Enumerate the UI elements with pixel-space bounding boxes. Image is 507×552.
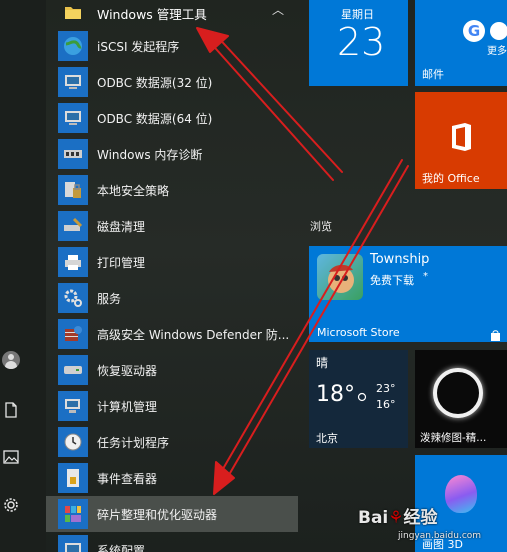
clock-icon	[58, 427, 88, 457]
store-app-name: Township	[370, 252, 430, 267]
store-app-subtitle: 免费下载	[370, 274, 414, 287]
app-item-label: 本地安全策略	[97, 183, 170, 198]
system-config-icon	[58, 535, 88, 552]
weather-high: 23°	[376, 382, 396, 395]
store-bag-icon	[490, 326, 501, 341]
app-item-label: 计算机管理	[97, 399, 158, 414]
photo-editor-label: 泼辣修图-精...	[420, 432, 487, 444]
app-item-print-management[interactable]: 打印管理	[46, 244, 298, 280]
chevron-up-icon[interactable]: ︿	[272, 1, 284, 18]
app-item-label: 高级安全 Windows Defender 防...	[97, 327, 290, 342]
sun-icon	[356, 388, 368, 402]
ring-logo-icon	[433, 368, 483, 418]
mail-tile-label: 邮件	[422, 68, 444, 81]
section-label-browse: 浏览	[310, 220, 332, 233]
app-item-system-config[interactable]: 系统配置	[46, 532, 298, 552]
app-item-label: 磁盘清理	[97, 219, 146, 234]
app-item-task-scheduler[interactable]: 任务计划程序	[46, 424, 298, 460]
watermark-url: jingyan.baidu.com	[398, 531, 482, 541]
app-item-memory-diagnostic[interactable]: Windows 内存诊断	[46, 136, 298, 172]
user-avatar-icon[interactable]	[2, 351, 20, 369]
office-tile[interactable]: 我的 Office	[415, 92, 507, 189]
defrag-icon	[58, 499, 88, 529]
app-item-label: 事件查看器	[97, 471, 158, 486]
app-item-services[interactable]: 服务	[46, 280, 298, 316]
app-item-label: Windows 内存诊断	[97, 147, 203, 162]
calendar-tile[interactable]: 星期日 23	[309, 0, 408, 86]
security-policy-icon	[58, 175, 88, 205]
app-item-label: iSCSI 发起程序	[97, 39, 180, 54]
google-icon: G	[463, 20, 485, 42]
app-item-defragment-optimize[interactable]: 碎片整理和优化驱动器	[46, 496, 298, 532]
calendar-date: 23	[337, 20, 386, 64]
weather-tile[interactable]: 晴 18° 23° 16° 北京	[309, 350, 408, 448]
settings-gear-icon[interactable]	[0, 494, 22, 516]
app-item-label: ODBC 数据源(32 位)	[97, 75, 213, 90]
event-viewer-icon	[58, 463, 88, 493]
app-item-recovery-drive[interactable]: 恢复驱动器	[46, 352, 298, 388]
gear-icon	[58, 283, 88, 313]
drive-icon	[58, 355, 88, 385]
app-item-label: 恢复驱动器	[97, 363, 158, 378]
app-item-defender-firewall[interactable]: 高级安全 Windows Defender 防...	[46, 316, 298, 352]
app-item-label: 打印管理	[97, 255, 146, 270]
store-tile-label: Microsoft Store	[317, 326, 400, 339]
firewall-icon	[58, 319, 88, 349]
folder-icon	[58, 0, 88, 27]
app-item-odbc64[interactable]: ODBC 数据源(64 位)	[46, 100, 298, 136]
database-icon	[58, 67, 88, 97]
app-item-label: ODBC 数据源(64 位)	[97, 111, 213, 126]
printer-icon	[58, 247, 88, 277]
store-star: *	[423, 271, 428, 282]
weather-low: 16°	[376, 398, 396, 411]
start-rail	[0, 0, 46, 552]
app-item-label: 系统配置	[97, 543, 146, 552]
watermark-brand: Bai⚘经验	[358, 508, 438, 528]
township-app-icon	[317, 254, 363, 300]
office-logo-icon	[449, 122, 473, 152]
pictures-icon[interactable]	[0, 446, 22, 468]
app-list: Windows 管理工具 ︿ iSCSI 发起程序 ODBC 数据源(32 位)…	[46, 0, 298, 552]
app-item-label: 服务	[97, 291, 122, 306]
weather-temp: 18°	[316, 382, 355, 407]
app-item-computer-management[interactable]: 计算机管理	[46, 388, 298, 424]
start-menu: Windows 管理工具 ︿ iSCSI 发起程序 ODBC 数据源(32 位)…	[0, 0, 507, 552]
weather-condition: 晴	[316, 356, 329, 370]
app-item-local-security-policy[interactable]: 本地安全策略	[46, 172, 298, 208]
office-tile-label: 我的 Office	[422, 172, 480, 185]
database-icon	[58, 103, 88, 133]
app-item-label: 任务计划程序	[97, 435, 170, 450]
outlook-icon	[490, 22, 507, 40]
app-group-windows-admin-tools[interactable]: Windows 管理工具 ︿	[46, 0, 298, 30]
app-item-disk-cleanup[interactable]: 磁盘清理	[46, 208, 298, 244]
group-header-label: Windows 管理工具	[97, 7, 207, 22]
microsoft-store-tile[interactable]: Township 免费下载 * Microsoft Store	[309, 246, 507, 342]
app-item-odbc32[interactable]: ODBC 数据源(32 位)	[46, 64, 298, 100]
mail-more-label: 更多	[487, 46, 507, 57]
app-item-event-viewer[interactable]: 事件查看器	[46, 460, 298, 496]
computer-icon	[58, 391, 88, 421]
paint3d-logo-icon	[445, 475, 477, 513]
memory-chip-icon	[58, 139, 88, 169]
app-item-label: 碎片整理和优化驱动器	[97, 507, 218, 522]
document-icon[interactable]	[0, 399, 22, 421]
globe-icon	[58, 31, 88, 61]
photo-editor-tile[interactable]: 泼辣修图-精...	[415, 350, 507, 448]
disk-cleanup-icon	[58, 211, 88, 241]
mail-tile[interactable]: G 更多 邮件	[415, 0, 507, 86]
weather-city: 北京	[316, 432, 338, 445]
app-item-iscsi[interactable]: iSCSI 发起程序	[46, 28, 298, 64]
